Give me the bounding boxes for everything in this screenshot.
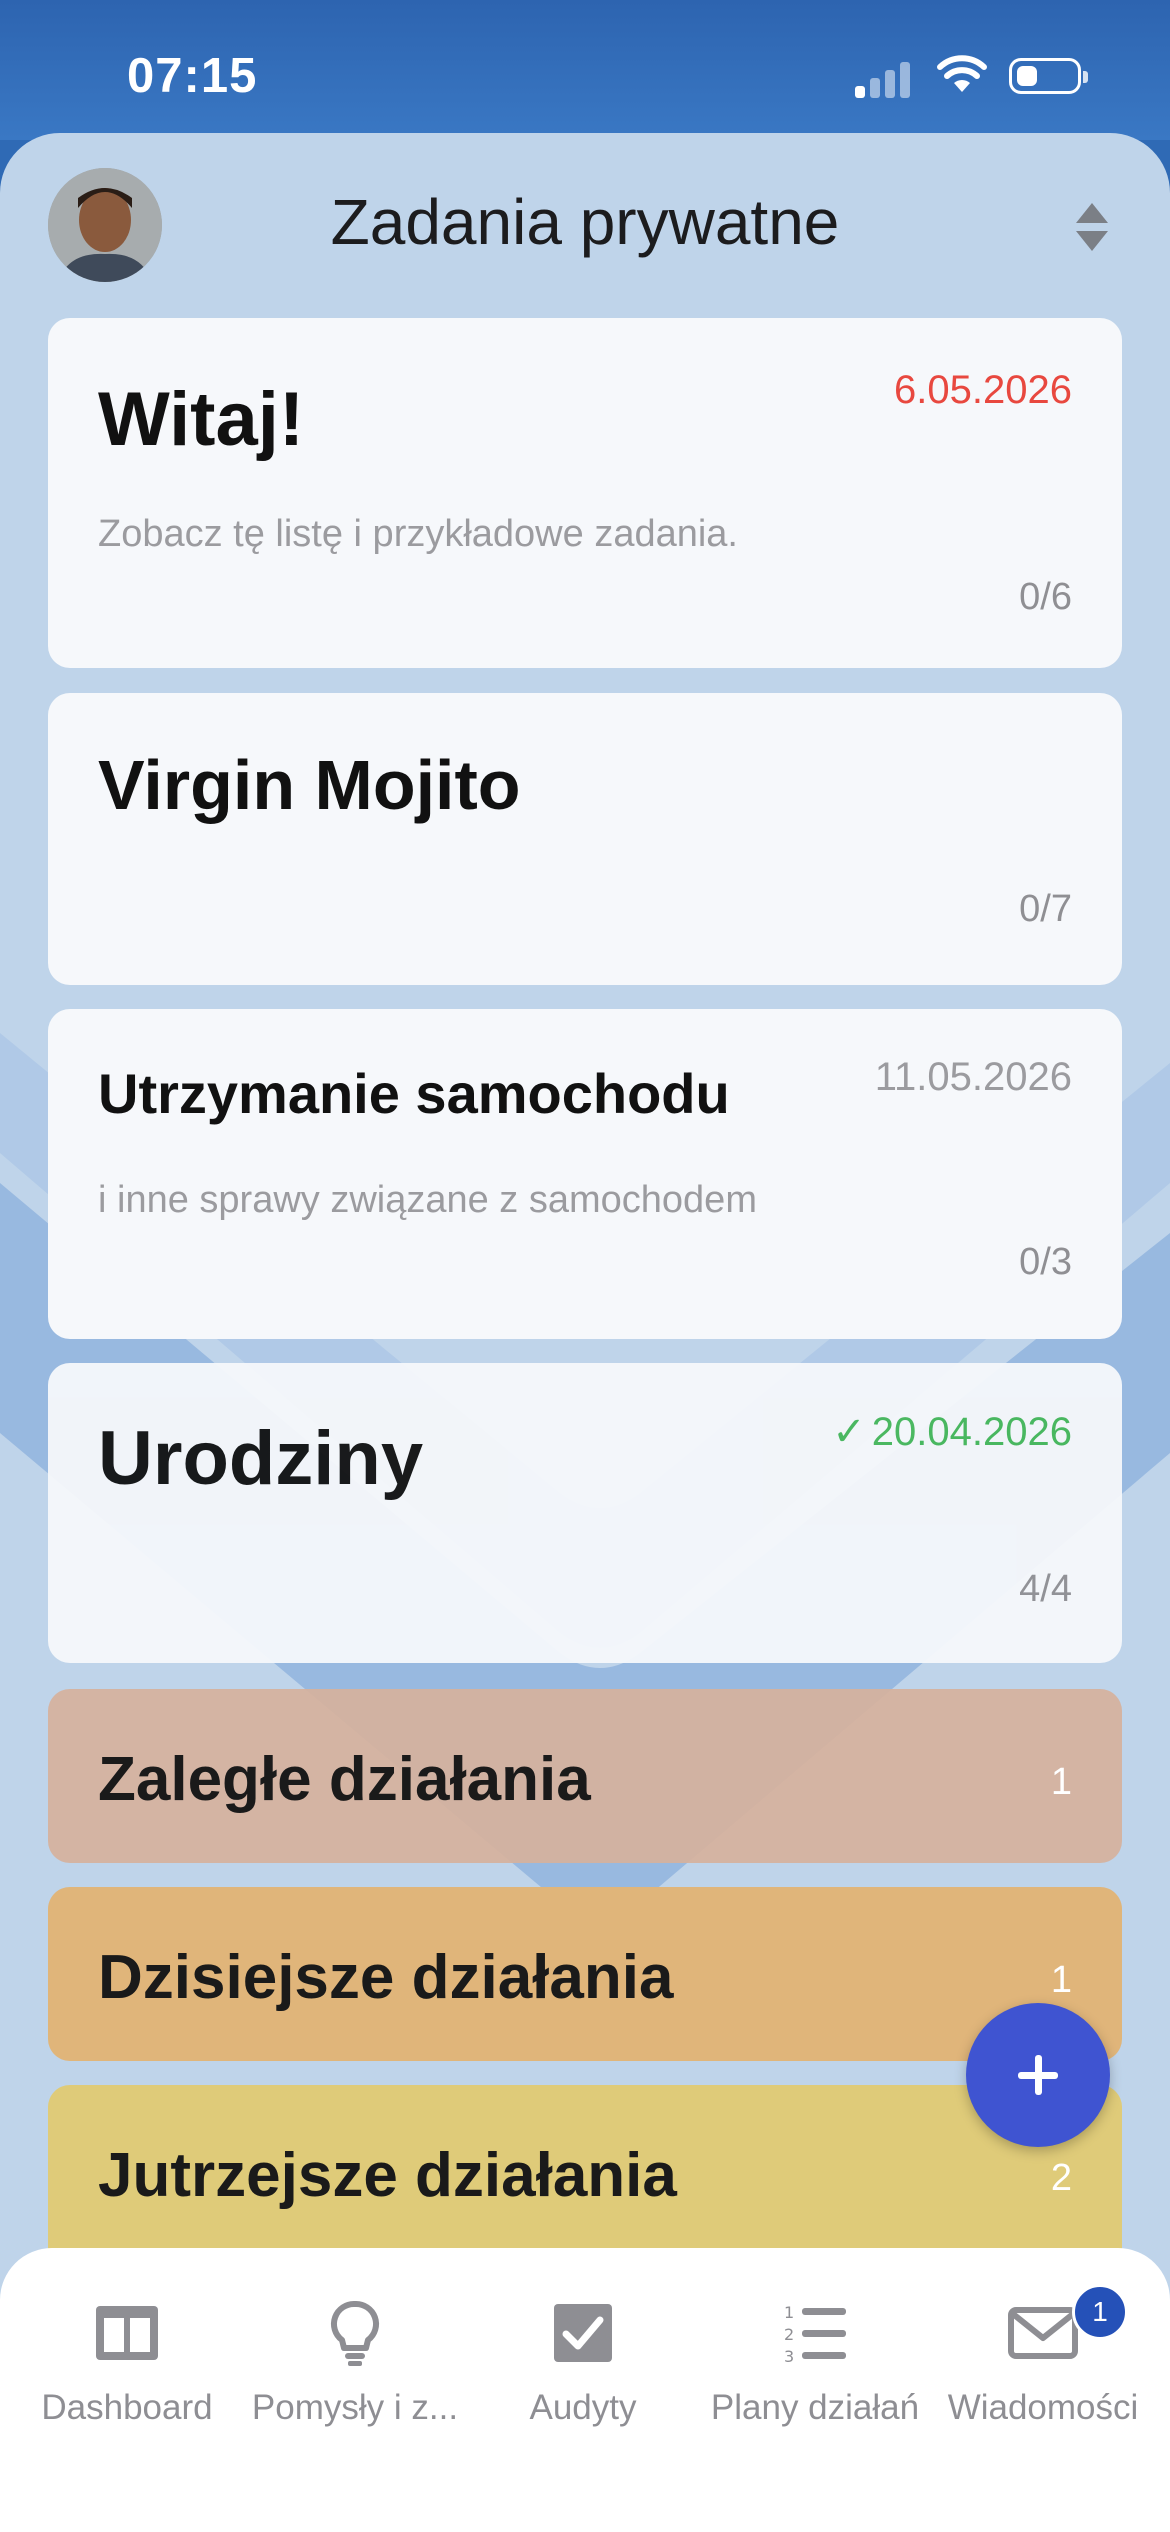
checkmark-icon: ✓: [832, 1410, 866, 1454]
section-today-actions[interactable]: Dzisiejsze działania 1: [48, 1887, 1122, 2061]
svg-text:3: 3: [784, 2347, 794, 2366]
tab-label: Wiadomości: [947, 2388, 1139, 2427]
task-list-card[interactable]: Urodziny ✓ 20.04.2026 4/4: [48, 1363, 1122, 1663]
tab-bar: Dashboard Pomysły i z... Audyty 1 2 3 Pl…: [0, 2248, 1170, 2532]
tab-ideas[interactable]: Pomysły i z...: [238, 2248, 472, 2448]
section-title: Jutrzejsze działania: [98, 2141, 677, 2210]
status-bar: 07:15: [0, 0, 1170, 140]
card-title: Witaj!: [98, 377, 305, 462]
tab-label: Plany działań: [710, 2388, 920, 2427]
svg-text:1: 1: [784, 2303, 794, 2322]
card-progress-count: 0/6: [1019, 576, 1072, 618]
page-title: Zadania prywatne: [330, 186, 840, 258]
status-time: 07:15: [127, 49, 258, 103]
lightbulb-icon: [330, 2300, 380, 2366]
card-progress-count: 4/4: [1019, 1568, 1072, 1610]
main-sheet: Zadania prywatne Witaj! 6.05.2026 Zobacz…: [0, 133, 1170, 2532]
task-list-card[interactable]: Witaj! 6.05.2026 Zobacz tę listę i przyk…: [48, 318, 1122, 668]
card-due-date: 11.05.2026: [874, 1055, 1072, 1099]
card-progress-count: 0/7: [1019, 888, 1072, 930]
section-count: 1: [1050, 1959, 1072, 2001]
tab-label: Pomysły i z...: [251, 2388, 459, 2427]
card-title: Urodziny: [98, 1416, 424, 1501]
tab-messages[interactable]: Wiadomości: [926, 2248, 1160, 2448]
tab-action-plans[interactable]: 1 2 3 Plany działań: [698, 2248, 932, 2448]
svg-text:2: 2: [784, 2325, 794, 2344]
add-button[interactable]: [966, 2003, 1110, 2147]
card-due-date: 6.05.2026: [894, 368, 1072, 412]
messages-badge: 1: [1072, 2284, 1128, 2340]
tab-label: Dashboard: [41, 2388, 213, 2427]
header: Zadania prywatne: [0, 133, 1170, 318]
card-title: Utrzymanie samochodu: [98, 1062, 730, 1125]
cellular-signal-icon: [855, 58, 915, 98]
card-done-date: ✓ 20.04.2026: [832, 1409, 1072, 1455]
section-title: Zaległe działania: [98, 1745, 591, 1814]
wifi-icon: [937, 55, 987, 92]
plus-icon-stroke: [1035, 2055, 1042, 2095]
task-list-card[interactable]: Virgin Mojito 0/7: [48, 693, 1122, 985]
section-title: Dzisiejsze działania: [98, 1943, 674, 2012]
tab-audits[interactable]: Audyty: [466, 2248, 700, 2448]
card-title: Virgin Mojito: [98, 746, 521, 824]
checkbox-icon: [554, 2304, 612, 2362]
task-list-card[interactable]: Utrzymanie samochodu 11.05.2026 i inne s…: [48, 1009, 1122, 1339]
section-count: 2: [1050, 2157, 1072, 2199]
card-progress-count: 0/3: [1019, 1241, 1072, 1283]
card-description: i inne sprawy związane z samochodem: [98, 1179, 757, 1221]
card-description: Zobacz tę listę i przykładowe zadania.: [98, 513, 738, 555]
card-due-date: 20.04.2026: [871, 1410, 1072, 1454]
tab-dashboard[interactable]: Dashboard: [10, 2248, 244, 2448]
envelope-icon: [1008, 2307, 1078, 2359]
section-count: 1: [1050, 1761, 1072, 1803]
tab-label: Audyty: [529, 2388, 637, 2427]
numbered-list-icon: 1 2 3: [784, 2303, 846, 2366]
dashboard-icon: [96, 2306, 158, 2360]
section-overdue-actions[interactable]: Zaległe działania 1: [48, 1689, 1122, 1863]
battery-icon: [1009, 58, 1088, 94]
sort-icon[interactable]: [1072, 201, 1112, 253]
